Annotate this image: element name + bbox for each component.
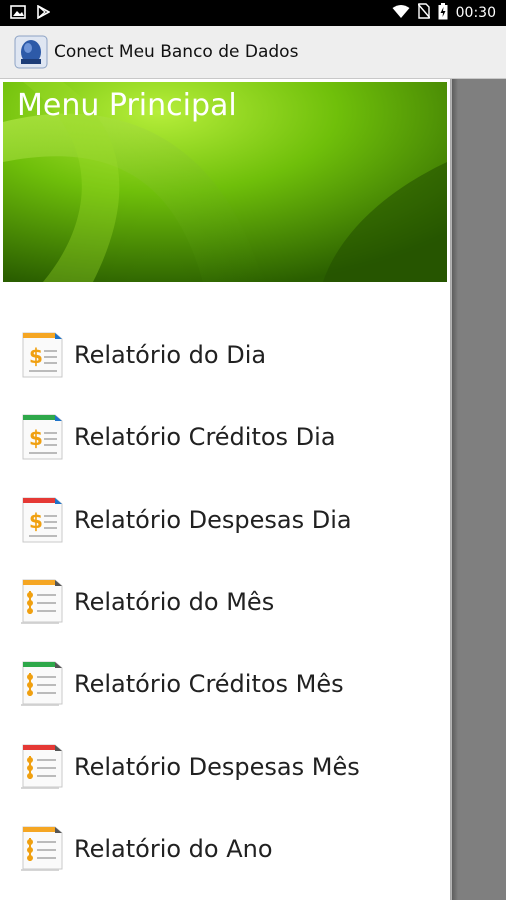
menu-item-relatorio-do-mes[interactable]: Relatório do Mês <box>0 561 450 643</box>
menu-item-label: Relatório do Ano <box>74 834 273 863</box>
menu-item-label: Relatório do Mês <box>74 588 275 617</box>
drawer-menu: $ Relatório do Dia $ Relatório Créditos … <box>0 314 450 890</box>
monthly-credits-report-icon <box>18 658 66 710</box>
image-icon <box>10 4 26 23</box>
menu-item-relatorio-despesas-mes[interactable]: Relatório Despesas Mês <box>0 725 450 807</box>
menu-item-relatorio-creditos-dia[interactable]: $ Relatório Créditos Dia <box>0 396 450 478</box>
play-store-icon <box>36 4 51 23</box>
menu-item-relatorio-do-ano[interactable]: Relatório do Ano <box>0 808 450 890</box>
menu-item-label: Relatório Despesas Mês <box>74 752 360 781</box>
status-bar: 00:30 <box>0 0 506 26</box>
wifi-icon <box>392 4 410 23</box>
monthly-expenses-report-icon <box>18 741 66 793</box>
menu-item-relatorio-creditos-mes[interactable]: Relatório Créditos Mês <box>0 643 450 725</box>
menu-item-relatorio-despesas-dia[interactable]: $ Relatório Despesas Dia <box>0 479 450 561</box>
app-title: Conect Meu Banco de Dados <box>54 42 299 62</box>
battery-charging-icon <box>438 2 448 24</box>
daily-credits-report-icon: $ <box>18 411 66 463</box>
daily-report-icon: $ <box>18 329 66 381</box>
drawer-scrim[interactable] <box>452 79 506 900</box>
menu-item-label: Relatório Créditos Dia <box>74 423 336 452</box>
menu-item-label: Relatório Despesas Dia <box>74 505 352 534</box>
svg-text:$: $ <box>29 509 43 533</box>
svg-text:$: $ <box>29 344 43 368</box>
app-bar: Conect Meu Banco de Dados <box>0 26 506 79</box>
menu-item-label: Relatório Créditos Mês <box>74 670 344 699</box>
clock: 00:30 <box>455 5 496 21</box>
navigation-drawer: Menu Principal $ Relatório do Dia $ Rela… <box>0 79 450 900</box>
menu-item-label: Relatório do Dia <box>74 341 267 370</box>
app-logo-icon <box>14 35 48 69</box>
no-sim-icon <box>417 3 431 23</box>
drawer-header-title: Menu Principal <box>17 88 237 123</box>
drawer-header: Menu Principal <box>3 82 447 282</box>
daily-expenses-report-icon: $ <box>18 494 66 546</box>
yearly-report-icon <box>18 823 66 875</box>
monthly-report-icon <box>18 576 66 628</box>
menu-item-relatorio-do-dia[interactable]: $ Relatório do Dia <box>0 314 450 396</box>
svg-text:$: $ <box>29 426 43 450</box>
